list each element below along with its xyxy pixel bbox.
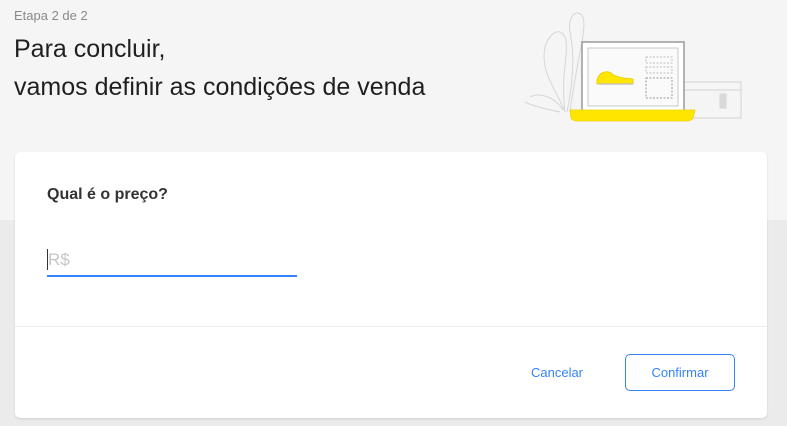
- step-indicator: Etapa 2 de 2: [14, 8, 88, 23]
- price-field[interactable]: [47, 244, 297, 277]
- price-card: Qual é o preço? Cancelar Confirmar: [15, 152, 767, 418]
- laptop-sneaker-illustration: [524, 12, 742, 122]
- page-title-line-2: vamos definir as condições de venda: [14, 73, 426, 101]
- price-input[interactable]: [47, 244, 297, 275]
- text-caret: [47, 249, 48, 270]
- card-divider: [15, 326, 767, 327]
- page-title-line-1: Para concluir,: [14, 35, 166, 63]
- page-title: Para concluir, vamos definir as condiçõe…: [14, 30, 514, 106]
- confirm-button[interactable]: Confirmar: [625, 354, 735, 391]
- cancel-button[interactable]: Cancelar: [512, 354, 602, 391]
- price-question-label: Qual é o preço?: [47, 186, 168, 203]
- plant-icon: [524, 12, 585, 113]
- laptop-icon: [569, 41, 696, 122]
